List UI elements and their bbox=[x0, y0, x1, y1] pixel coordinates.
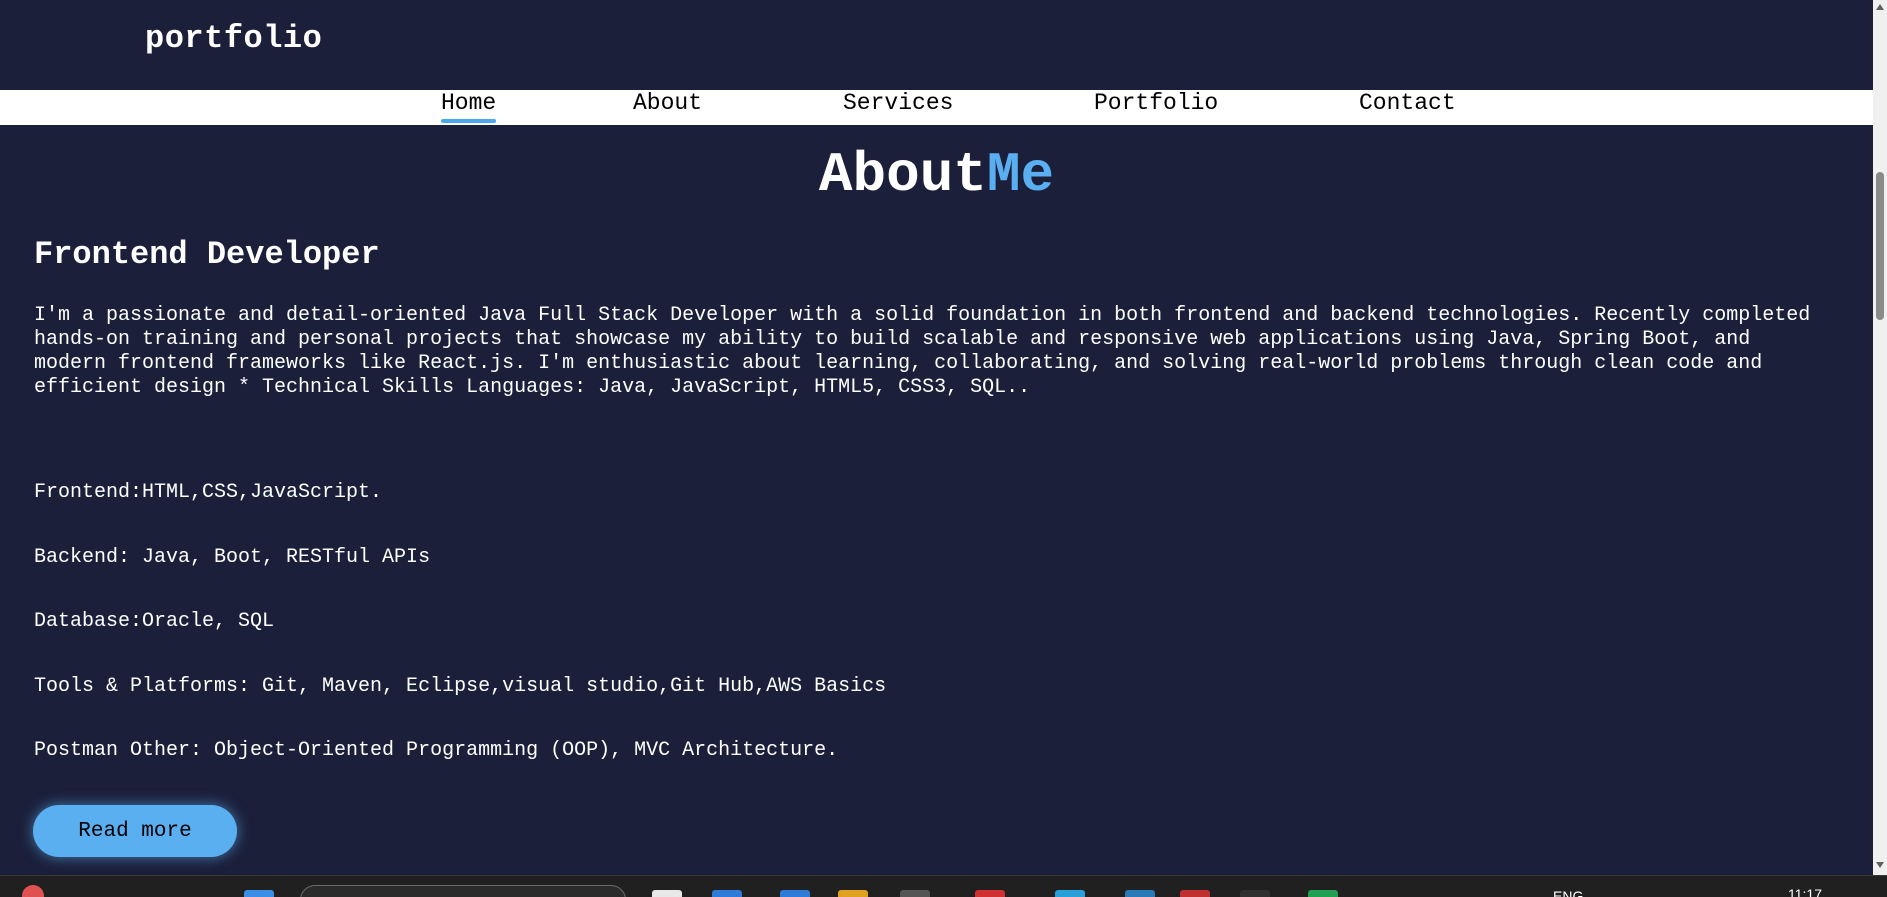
running-app-icon[interactable] bbox=[900, 890, 930, 897]
skill-backend: Backend: Java, Boot, RESTful APIs bbox=[34, 546, 431, 569]
system-clock[interactable]: 11:17 bbox=[1788, 886, 1822, 897]
read-more-button[interactable]: Read more bbox=[33, 805, 237, 857]
taskbar-search-box[interactable] bbox=[300, 885, 626, 897]
start-menu-icon[interactable] bbox=[244, 890, 274, 897]
app-icon[interactable] bbox=[712, 890, 742, 897]
chrome-icon[interactable] bbox=[1180, 890, 1210, 897]
skill-other: Postman Other: Object-Oriented Programmi… bbox=[34, 739, 839, 762]
page: portfolio Home About Services Portfolio … bbox=[0, 0, 1887, 897]
skill-tools: Tools & Platforms: Git, Maven, Eclipse,v… bbox=[34, 675, 887, 698]
browser-icon[interactable] bbox=[780, 890, 810, 897]
scroll-thumb[interactable] bbox=[1876, 172, 1884, 320]
scroll-down-arrow-icon[interactable] bbox=[1876, 862, 1884, 868]
media-app-icon[interactable] bbox=[975, 890, 1005, 897]
page-scrollbar[interactable] bbox=[1873, 0, 1887, 875]
nav-portfolio[interactable]: Portfolio bbox=[1094, 90, 1218, 125]
section-title-me: Me bbox=[986, 143, 1055, 207]
site-logo[interactable]: portfolio bbox=[145, 20, 322, 57]
nav-contact[interactable]: Contact bbox=[1359, 90, 1456, 125]
green-app-icon[interactable] bbox=[1308, 890, 1338, 897]
skill-database: Database:Oracle, SQL bbox=[34, 610, 275, 633]
nav-services[interactable]: Services bbox=[843, 90, 953, 125]
role-heading: Frontend Developer bbox=[34, 236, 380, 273]
scroll-up-arrow-icon[interactable] bbox=[1876, 4, 1884, 10]
section-title-about: About bbox=[818, 143, 987, 207]
section-title: AboutMe bbox=[0, 142, 1873, 208]
terminal-icon[interactable] bbox=[1240, 890, 1270, 897]
file-explorer-icon[interactable] bbox=[652, 890, 682, 897]
weather-icon[interactable] bbox=[1055, 890, 1085, 897]
intro-paragraph: I'm a passionate and detail-oriented Jav… bbox=[34, 304, 1811, 399]
main-nav: Home About Services Portfolio Contact bbox=[0, 90, 1873, 125]
skill-frontend: Frontend:HTML,CSS,JavaScript. bbox=[34, 481, 383, 504]
os-taskbar: ENG 11:17 bbox=[0, 875, 1887, 897]
language-indicator[interactable]: ENG bbox=[1553, 888, 1583, 897]
code-editor-icon[interactable] bbox=[1125, 890, 1155, 897]
folder-icon[interactable] bbox=[838, 890, 868, 897]
nav-about[interactable]: About bbox=[633, 90, 702, 125]
nav-home[interactable]: Home bbox=[441, 90, 497, 125]
notification-badge-icon[interactable] bbox=[22, 885, 44, 897]
site-header: portfolio bbox=[0, 0, 1873, 90]
